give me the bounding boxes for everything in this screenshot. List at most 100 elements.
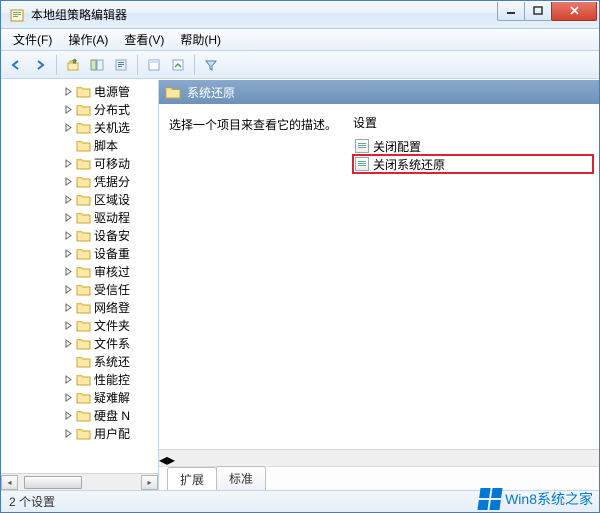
folder-icon [76,391,91,404]
expand-icon[interactable] [63,320,74,331]
scroll-right-button[interactable]: ▸ [167,450,175,466]
app-window: 本地组策略编辑器 文件(F) 操作(A) 查看(V) 帮助(H) 电源管分布式关… [0,0,600,513]
titlebar: 本地组策略编辑器 [1,1,599,29]
tree-item[interactable]: 可移动 [1,154,158,172]
folder-icon [76,301,91,314]
expand-icon[interactable] [63,284,74,295]
settings-header: 设置 [353,114,593,131]
scroll-left-button[interactable]: ◂ [159,450,167,466]
tree-item[interactable]: 设备安 [1,226,158,244]
tree-item-label: 网络登 [94,299,130,316]
scroll-thumb[interactable] [24,476,82,489]
status-text: 2 个设置 [9,493,55,510]
tree-item[interactable]: 审核过 [1,262,158,280]
folder-icon [76,103,91,116]
expand-icon[interactable] [63,158,74,169]
tree-hscrollbar[interactable]: ◂ ▸ [1,473,158,490]
menu-help[interactable]: 帮助(H) [172,29,229,50]
separator [56,55,57,75]
details-hscrollbar[interactable]: ◂ ▸ [159,449,599,466]
maximize-button[interactable] [524,2,552,21]
expand-icon[interactable] [63,248,74,259]
tree-item[interactable]: 文件夹 [1,316,158,334]
expand-icon[interactable] [63,374,74,385]
tree-item-label: 设备安 [94,227,130,244]
folder-icon [76,157,91,170]
setting-item[interactable]: 关闭系统还原 [353,155,593,173]
export-list-button[interactable] [110,54,132,76]
tree-item-label: 硬盘 N [94,407,130,424]
tree-item[interactable]: 用户配 [1,424,158,442]
folder-icon [76,229,91,242]
tree[interactable]: 电源管分布式关机选脚本可移动凭据分区域设驱动程设备安设备重审核过受信任网络登文件… [1,80,158,473]
details-header-title: 系统还原 [187,84,235,101]
tree-item[interactable]: 电源管 [1,82,158,100]
separator [137,55,138,75]
menu-file[interactable]: 文件(F) [5,29,60,50]
tree-item[interactable]: 凭据分 [1,172,158,190]
tree-item[interactable]: 性能控 [1,370,158,388]
tree-item-label: 设备重 [94,245,130,262]
folder-icon [76,409,91,422]
folder-icon [165,85,181,99]
expand-icon[interactable] [63,302,74,313]
tree-item-label: 分布式 [94,101,130,118]
forward-button[interactable] [29,54,51,76]
statusbar: 2 个设置 [1,490,599,512]
expand-icon[interactable] [63,356,74,367]
tree-item-label: 驱动程 [94,209,130,226]
expand-icon[interactable] [63,410,74,421]
expand-icon[interactable] [63,230,74,241]
scroll-right-button[interactable]: ▸ [141,475,158,490]
tab-extended[interactable]: 扩展 [167,467,217,490]
tree-item[interactable]: 分布式 [1,100,158,118]
menu-view[interactable]: 查看(V) [116,29,172,50]
expand-icon[interactable] [63,428,74,439]
expand-icon[interactable] [63,392,74,403]
expand-icon[interactable] [63,176,74,187]
tree-item[interactable]: 驱动程 [1,208,158,226]
window-title: 本地组策略编辑器 [31,6,498,23]
tree-item[interactable]: 系统还 [1,352,158,370]
tree-item[interactable]: 网络登 [1,298,158,316]
back-button[interactable] [5,54,27,76]
tree-item-label: 电源管 [94,83,130,100]
tab-standard[interactable]: 标准 [216,466,266,490]
up-button[interactable] [62,54,84,76]
help-button[interactable] [167,54,189,76]
expand-icon[interactable] [63,338,74,349]
tree-item-label: 受信任 [94,281,130,298]
folder-icon [76,85,91,98]
policy-icon [355,157,369,171]
tree-item[interactable]: 脚本 [1,136,158,154]
tree-item[interactable]: 文件系 [1,334,158,352]
filter-button[interactable] [200,54,222,76]
tree-item-label: 审核过 [94,263,130,280]
minimize-button[interactable] [497,2,525,21]
details-body: 选择一个项目来查看它的描述。 设置 关闭配置关闭系统还原 [159,104,599,449]
expand-icon[interactable] [63,194,74,205]
setting-item[interactable]: 关闭配置 [353,137,593,155]
refresh-button[interactable] [143,54,165,76]
tree-item[interactable]: 区域设 [1,190,158,208]
scroll-track[interactable] [18,475,141,490]
tree-item[interactable]: 设备重 [1,244,158,262]
show-tree-button[interactable] [86,54,108,76]
expand-icon[interactable] [63,86,74,97]
expand-icon[interactable] [63,266,74,277]
tree-item-label: 区域设 [94,191,130,208]
tree-pane: 电源管分布式关机选脚本可移动凭据分区域设驱动程设备安设备重审核过受信任网络登文件… [1,80,159,490]
menu-action[interactable]: 操作(A) [60,29,116,50]
expand-icon[interactable] [63,104,74,115]
expand-icon[interactable] [63,122,74,133]
tree-item-label: 用户配 [94,425,130,442]
tree-item[interactable]: 疑难解 [1,388,158,406]
scroll-left-button[interactable]: ◂ [1,475,18,490]
tree-item-label: 性能控 [94,371,130,388]
expand-icon[interactable] [63,140,74,151]
tree-item[interactable]: 硬盘 N [1,406,158,424]
tree-item[interactable]: 关机选 [1,118,158,136]
tree-item[interactable]: 受信任 [1,280,158,298]
close-button[interactable] [551,2,597,21]
expand-icon[interactable] [63,212,74,223]
